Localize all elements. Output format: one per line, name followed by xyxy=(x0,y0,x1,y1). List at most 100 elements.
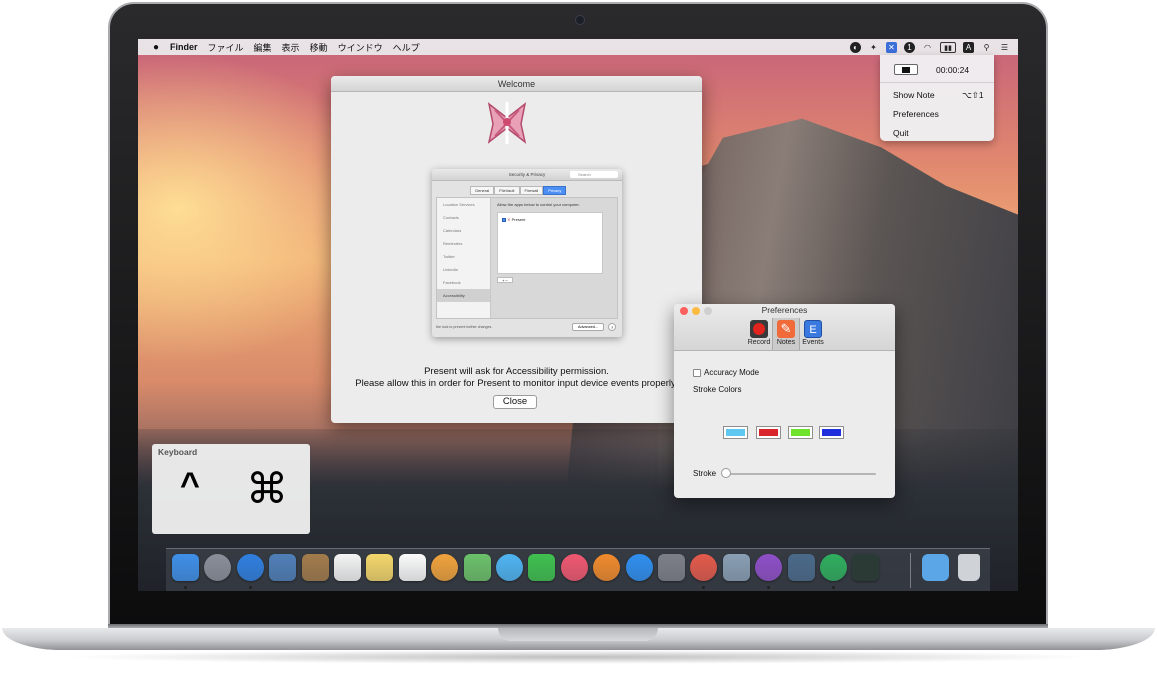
tab-record[interactable]: Record xyxy=(745,318,773,350)
ss-app-box: ✕ Present xyxy=(497,212,603,274)
menu-separator xyxy=(880,82,994,83)
list-item: LinkedIn xyxy=(443,267,459,272)
photos-icon[interactable] xyxy=(431,554,459,581)
maps-icon[interactable] xyxy=(463,554,491,581)
preferences-menu-item[interactable]: Preferences xyxy=(893,109,939,119)
ss-plus-minus: + − xyxy=(497,277,513,283)
ss-title-text: Security & Privacy xyxy=(508,172,546,177)
input-source-icon[interactable]: A xyxy=(963,41,974,53)
close-button[interactable]: Close xyxy=(493,395,537,409)
tab-notes-label: Notes xyxy=(776,339,796,346)
ss-tabs: General FileVault Firewall Privacy xyxy=(470,186,567,195)
launchpad-icon[interactable] xyxy=(204,554,232,581)
swatch-fill xyxy=(759,429,778,436)
ss-advanced-button: Advanced... xyxy=(572,323,604,331)
present-small-icon: ✕ xyxy=(507,217,511,222)
apple-menu-icon[interactable]: ● xyxy=(150,42,162,53)
finder-icon[interactable] xyxy=(172,554,199,581)
itunes-icon[interactable] xyxy=(560,554,588,581)
menu-window[interactable]: ウインドウ xyxy=(338,41,383,54)
trash-icon[interactable] xyxy=(958,554,980,581)
ibooks-icon[interactable] xyxy=(593,554,621,581)
laptop-shadow xyxy=(60,650,1100,664)
swatch-fill xyxy=(726,429,745,436)
present-app-icon[interactable] xyxy=(690,554,718,581)
ss-tab-general: General xyxy=(470,186,495,195)
preferences-window: Preferences Record ✎ Notes E Events Accu… xyxy=(674,304,895,498)
1password-icon[interactable]: 1 xyxy=(904,41,915,53)
list-item: Contacts xyxy=(443,215,459,220)
stop-recording-button[interactable] xyxy=(894,64,918,75)
facetime-icon[interactable] xyxy=(528,554,556,581)
checkbox-icon xyxy=(502,217,506,222)
stroke-slider-track[interactable] xyxy=(724,473,876,475)
accuracy-mode-checkbox[interactable]: Accuracy Mode xyxy=(693,368,759,377)
tab-events[interactable]: E Events xyxy=(799,318,827,350)
stroke-color-swatch-4[interactable] xyxy=(819,426,844,439)
downloads-folder-icon[interactable] xyxy=(922,554,949,581)
keyboard-overlay: Keyboard ^ ⌘ xyxy=(152,444,310,534)
preferences-toolbar: Preferences Record ✎ Notes E Events xyxy=(674,304,895,351)
ss-app-row: ✕ Present xyxy=(502,217,525,222)
list-item: Calendars xyxy=(443,228,462,233)
wifi-icon[interactable]: ◠ xyxy=(922,42,933,53)
contacts-icon[interactable] xyxy=(301,554,329,581)
present-status-menu: 00:00:24 Show Note ⌥⇧1 Preferences Quit xyxy=(880,55,994,141)
photo-app-icon[interactable] xyxy=(787,554,815,581)
tab-notes[interactable]: ✎ Notes xyxy=(772,318,800,350)
keyboard-title: Keyboard xyxy=(158,447,198,457)
ss-tab-privacy: Privacy xyxy=(543,186,567,195)
ss-lock-text: the lock to prevent further changes. xyxy=(436,325,493,329)
stroke-slider-knob[interactable] xyxy=(721,468,731,478)
laptop-notch xyxy=(498,628,658,641)
stroke-color-swatch-2[interactable] xyxy=(756,426,781,439)
ss-panel: Location Services Contacts Calendars Rem… xyxy=(436,197,618,319)
present-icon[interactable]: ✕ xyxy=(886,41,897,53)
checkbox-icon[interactable] xyxy=(693,368,701,377)
list-item: Facebook xyxy=(443,280,461,285)
control-key: ^ xyxy=(180,466,200,504)
spotlight-icon[interactable]: ⚲ xyxy=(981,42,992,53)
dropbox-icon[interactable]: ✦ xyxy=(868,42,879,53)
menu-app-name[interactable]: Finder xyxy=(170,42,198,52)
image-capture-icon[interactable] xyxy=(722,554,750,581)
preview-icon[interactable] xyxy=(269,554,297,581)
notification-center-icon[interactable]: ☰ xyxy=(999,42,1010,53)
messages-icon[interactable] xyxy=(496,554,523,581)
preferences-title: Preferences xyxy=(761,305,808,315)
night-owl-icon[interactable]: ◐ xyxy=(850,41,861,53)
show-note-menu-item[interactable]: Show Note xyxy=(893,90,935,100)
running-indicator xyxy=(184,586,187,589)
ss-help-icon: ? xyxy=(608,323,616,331)
safari-icon[interactable] xyxy=(236,554,264,581)
accuracy-mode-label: Accuracy Mode xyxy=(704,368,760,377)
ss-app-name: Present xyxy=(511,217,526,222)
menu-edit[interactable]: 編集 xyxy=(254,41,272,54)
calendar-icon[interactable] xyxy=(334,554,361,581)
running-indicator xyxy=(767,586,771,589)
1password-icon[interactable] xyxy=(820,554,847,581)
app-store-icon[interactable] xyxy=(625,554,653,581)
menu-view[interactable]: 表示 xyxy=(282,41,300,54)
welcome-message-line1: Present will ask for Accessibility permi… xyxy=(424,366,609,377)
status-area: ◐ ✦ ✕ 1 ◠ ▮▮ A ⚲ ☰ xyxy=(850,39,1010,55)
record-icon xyxy=(750,320,768,338)
menu-file[interactable]: ファイル xyxy=(208,41,244,54)
quit-menu-item[interactable]: Quit xyxy=(893,128,909,138)
battery-icon[interactable]: ▮▮ xyxy=(940,41,956,53)
notes-icon[interactable] xyxy=(366,554,394,581)
camera xyxy=(575,15,585,25)
running-indicator xyxy=(832,586,835,589)
recording-timer: 00:00:24 xyxy=(936,65,970,75)
omnifocus-icon[interactable] xyxy=(755,554,783,581)
dock xyxy=(166,548,990,591)
stroke-color-swatch-3[interactable] xyxy=(788,426,813,439)
stroke-color-swatch-1[interactable] xyxy=(723,426,748,439)
running-indicator xyxy=(702,586,706,589)
menu-go[interactable]: 移動 xyxy=(310,41,328,54)
command-key: ⌘ xyxy=(246,465,288,512)
system-preferences-icon[interactable] xyxy=(658,554,685,581)
menu-help[interactable]: ヘルプ xyxy=(393,41,420,54)
reminders-icon[interactable] xyxy=(398,554,426,581)
activity-monitor-icon[interactable] xyxy=(852,554,880,581)
